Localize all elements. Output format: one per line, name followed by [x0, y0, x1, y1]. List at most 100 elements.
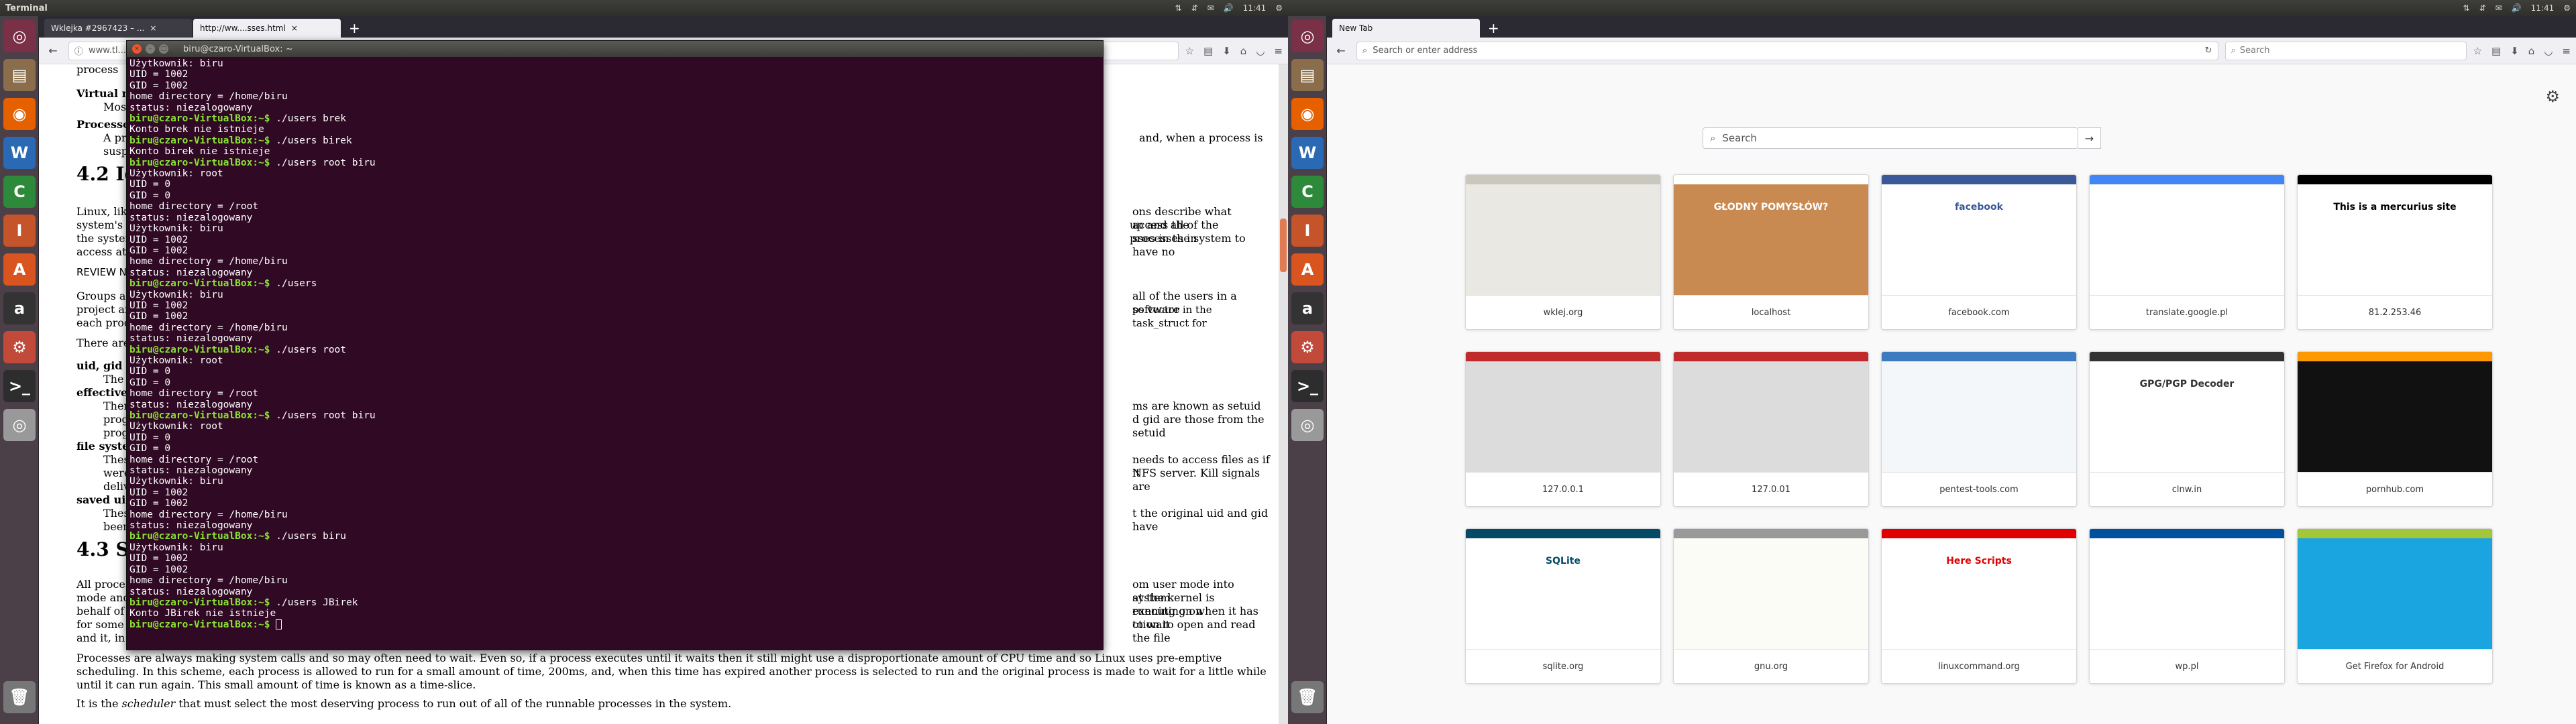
terminal-icon[interactable]: >_ [3, 370, 36, 402]
files-icon[interactable]: ▤ [1291, 59, 1324, 91]
terminal-titlebar[interactable]: × – □ biru@czaro-VirtualBox: ~ [127, 41, 1103, 57]
thumbnail-header [1674, 175, 1868, 184]
keyboard-icon[interactable]: ⇅ [1175, 3, 1182, 13]
clock[interactable]: 11:41 [1243, 3, 1267, 13]
top-site-tile[interactable]: 127.0.01 [1673, 351, 1869, 507]
close-icon[interactable]: × [132, 44, 142, 54]
doc-line: sses in the system to have no [1132, 232, 1246, 258]
downloads-icon[interactable]: ⬇ [1222, 45, 1231, 57]
terminal-text: GID = 1002 [129, 245, 189, 256]
top-site-tile[interactable]: translate.google.pl [2089, 174, 2285, 330]
top-site-tile[interactable]: wklej.org [1465, 174, 1661, 330]
settings-icon[interactable]: ⚙ [1291, 331, 1324, 363]
tab-wklejka[interactable]: Wklejka #2967423 – ... × [44, 19, 192, 38]
home-icon[interactable]: ⌂ [1240, 45, 1247, 57]
terminal-text: GID = 0 [129, 443, 171, 455]
volume-icon[interactable]: 🔊 [1224, 3, 1234, 13]
clock[interactable]: 11:41 [2531, 3, 2555, 13]
top-site-tile[interactable]: SQLite sqlite.org [1465, 528, 1661, 684]
doc-paragraph: Processes are always making system calls… [76, 652, 1267, 691]
amazon-icon[interactable]: a [3, 292, 36, 324]
dash-icon[interactable]: ◎ [1291, 20, 1324, 52]
files-icon[interactable]: ▤ [3, 59, 36, 91]
top-site-tile[interactable]: wp.pl [2089, 528, 2285, 684]
gear-icon[interactable]: ⚙ [1275, 3, 1283, 13]
calc-icon[interactable]: C [1291, 176, 1324, 208]
mail-icon[interactable]: ✉ [1208, 3, 1214, 13]
downloads-icon[interactable]: ⬇ [2510, 45, 2519, 57]
minimize-icon[interactable]: – [146, 44, 155, 54]
firefox-icon[interactable]: ◉ [1291, 98, 1324, 130]
url-bar[interactable]: ⌕ Search or enter address ↻ [1356, 41, 2218, 60]
launcher: ◎ ▤ ◉ W C I Aa ⚙ >_ ◎ 🗑 [1288, 16, 1327, 724]
scroll-thumb[interactable] [1280, 219, 1287, 272]
home-icon[interactable]: ⌂ [2528, 45, 2535, 57]
reader-icon[interactable]: ▤ [2491, 45, 2501, 57]
tab-new-tab[interactable]: New Tab [1332, 19, 1480, 38]
pocket-icon[interactable]: ◡ [1256, 45, 1265, 57]
firefox-icon[interactable]: ◉ [3, 98, 36, 130]
gear-icon[interactable]: ⚙ [2545, 87, 2560, 106]
terminal-line: Użytkownik: biru [129, 476, 1100, 487]
trash-icon[interactable]: 🗑 [3, 681, 36, 713]
top-site-tile[interactable]: GŁODNY POMYSŁÓW? localhost [1673, 174, 1869, 330]
page-search-input[interactable]: ⌕ Search [1703, 127, 2078, 149]
maximize-icon[interactable]: □ [159, 44, 168, 54]
search-bar[interactable]: ⌕ Search [2224, 41, 2467, 60]
back-icon[interactable]: ← [44, 42, 62, 60]
amazon-icon[interactable]: a [1291, 292, 1324, 324]
top-site-tile[interactable]: pentest-tools.com [1881, 351, 2077, 507]
top-site-tile[interactable]: pornhub.com [2297, 351, 2493, 507]
tab-document[interactable]: http://ww....sses.html × [193, 19, 341, 38]
new-tab-button[interactable]: + [1481, 19, 1506, 38]
terminal-text: UID = 0 [129, 432, 171, 443]
menu-icon[interactable]: ≡ [2562, 45, 2571, 57]
bookmark-star-icon[interactable]: ☆ [2473, 45, 2482, 57]
terminal-text: home directory = /root [129, 454, 259, 465]
search-go-button[interactable]: → [2078, 127, 2101, 149]
impress-icon[interactable]: I [3, 215, 36, 247]
writer-icon[interactable]: W [1291, 137, 1324, 169]
dvd-icon[interactable]: ◎ [3, 409, 36, 441]
scrollbar[interactable] [1279, 64, 1288, 724]
top-site-tile[interactable]: GPG/PGP Decoder clnw.in [2089, 351, 2285, 507]
search-icon: ⌕ [1362, 46, 1368, 56]
close-icon[interactable]: × [150, 23, 156, 33]
top-site-tile[interactable]: facebook facebook.com [1881, 174, 2077, 330]
network-icon[interactable]: ⇵ [2479, 3, 2486, 13]
trash-icon[interactable]: 🗑 [1291, 681, 1324, 713]
new-tab-button[interactable]: + [342, 19, 367, 38]
mail-icon[interactable]: ✉ [2496, 3, 2502, 13]
keyboard-icon[interactable]: ⇅ [2463, 3, 2470, 13]
dash-icon[interactable]: ◎ [3, 20, 36, 52]
reload-icon[interactable]: ↻ [2205, 46, 2212, 56]
writer-icon[interactable]: W [3, 137, 36, 169]
terminal-prompt: biru@czaro-VirtualBox:~$ [129, 597, 270, 608]
terminal-window[interactable]: × – □ biru@czaro-VirtualBox: ~ Użytkowni… [126, 40, 1104, 650]
settings-icon[interactable]: ⚙ [3, 331, 36, 363]
tile-label: clnw.in [2171, 484, 2202, 495]
top-site-tile[interactable]: gnu.org [1673, 528, 1869, 684]
network-icon[interactable]: ⇵ [1191, 3, 1198, 13]
calc-icon[interactable]: C [3, 176, 36, 208]
top-site-tile[interactable]: This is a mercurius site 81.2.253.46 [2297, 174, 2493, 330]
top-site-tile[interactable]: Get Firefox for Android [2297, 528, 2493, 684]
top-site-tile[interactable]: 127.0.0.1 [1465, 351, 1661, 507]
terminal-output[interactable]: Użytkownik: biru UID = 1002 GID = 1002 home… [127, 57, 1103, 650]
terminal-icon[interactable]: >_ [1291, 370, 1324, 402]
impress-icon[interactable]: I [1291, 215, 1324, 247]
pocket-icon[interactable]: ◡ [2544, 45, 2553, 57]
volume-icon[interactable]: 🔊 [2512, 3, 2522, 13]
doc-text: It is the [76, 697, 122, 710]
back-icon[interactable]: ← [1332, 42, 1350, 60]
gear-icon[interactable]: ⚙ [2563, 3, 2571, 13]
top-site-tile[interactable]: Here Scripts linuxcommand.org [1881, 528, 2077, 684]
bookmark-star-icon[interactable]: ☆ [1185, 45, 1194, 57]
software-center-icon[interactable]: A [3, 253, 36, 286]
close-icon[interactable]: × [291, 23, 298, 33]
software-center-icon[interactable]: A [1291, 253, 1324, 286]
menu-icon[interactable]: ≡ [1274, 45, 1283, 57]
dvd-icon[interactable]: ◎ [1291, 409, 1324, 441]
reader-icon[interactable]: ▤ [1203, 45, 1213, 57]
info-icon[interactable]: ⓘ [74, 44, 83, 57]
